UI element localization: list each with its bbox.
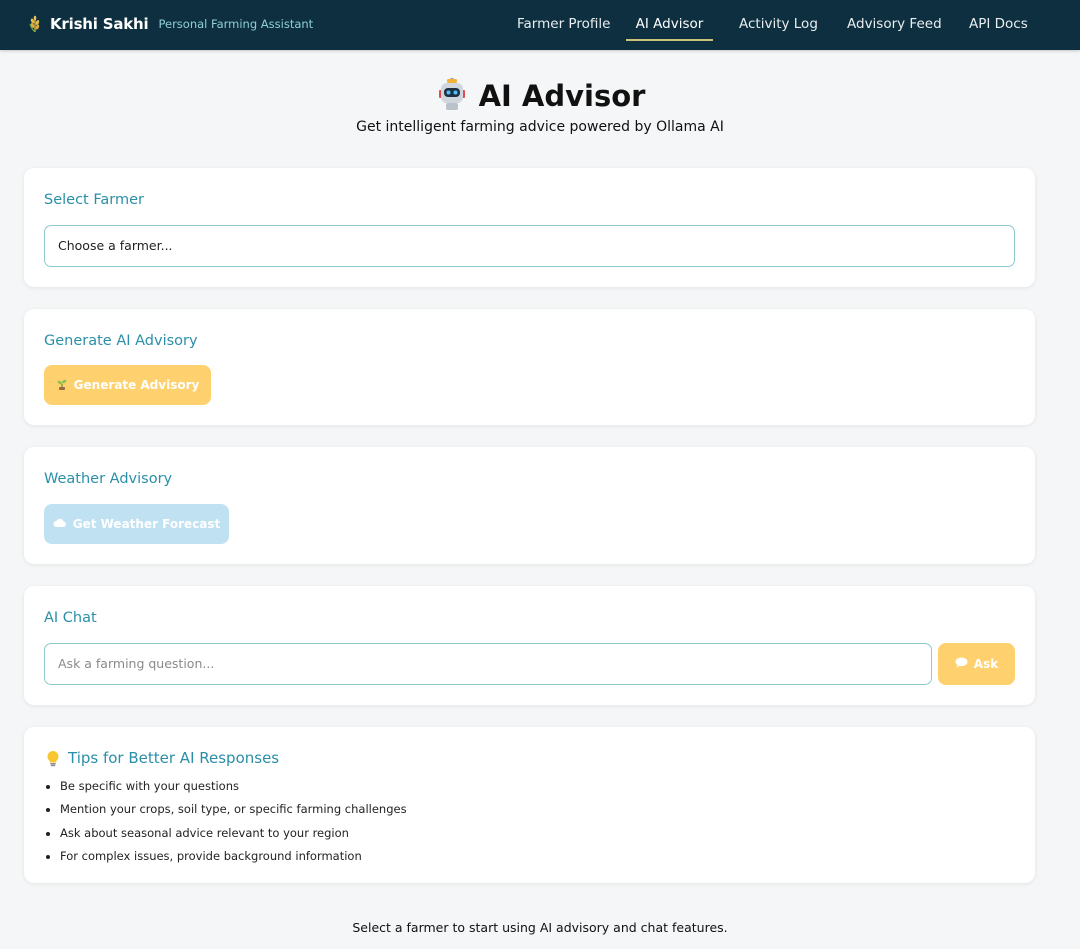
farmer-select[interactable]: Choose a farmer... [44,225,1015,267]
nav-link-ai-advisor[interactable]: AI Advisor [626,0,713,50]
lightbulb-icon [46,750,60,767]
nav-link-api-docs[interactable]: API Docs [969,0,1028,50]
nav-links: Farmer Profile AI Advisor Activity Log A… [0,0,1080,50]
nav-link-farmer-profile[interactable]: Farmer Profile [517,0,610,50]
seedling-icon [56,378,68,393]
nav-link-advisory-feed[interactable]: Advisory Feed [847,0,942,50]
page-title-text: AI Advisor [478,79,646,113]
get-weather-forecast-label: Get Weather Forecast [72,517,221,531]
tip-item: For complex issues, provide background i… [60,849,407,872]
page-subtitle: Get intelligent farming advice powered b… [356,119,724,135]
generate-advisory-label: Generate Advisory [73,378,200,392]
select-farmer-card: Select Farmer Choose a farmer... [24,168,1035,287]
nav-link-activity-log[interactable]: Activity Log [739,0,818,50]
robot-icon [435,77,469,111]
speech-bubble-icon [955,657,968,671]
ai-chat-title: AI Chat [44,610,97,626]
tips-list: Be specific with your questions Mention … [60,779,407,872]
page-title: AI Advisor [0,76,1080,116]
select-farmer-title: Select Farmer [44,192,144,208]
generate-advisory-button[interactable]: Generate Advisory [44,365,211,405]
cloud-icon [53,517,67,531]
tips-card: Tips for Better AI Responses Be specific… [24,727,1035,883]
active-tab-indicator [626,39,713,41]
tip-item: Ask about seasonal advice relevant to yo… [60,826,407,849]
ai-chat-card: AI Chat Ask a farming question... Ask [24,586,1035,705]
chat-question-input[interactable]: Ask a farming question... [44,643,932,685]
generate-advisory-title: Generate AI Advisory [44,333,198,349]
top-navbar: Krishi Sakhi Personal Farming Assistant … [0,0,1080,50]
generate-advisory-card: Generate AI Advisory Generate Advisory [24,309,1035,425]
get-weather-forecast-button[interactable]: Get Weather Forecast [44,504,229,544]
tip-item: Mention your crops, soil type, or specif… [60,802,407,825]
tip-item: Be specific with your questions [60,779,407,802]
weather-advisory-card: Weather Advisory Get Weather Forecast [24,447,1035,564]
ask-button[interactable]: Ask [938,643,1015,685]
weather-advisory-title: Weather Advisory [44,471,173,487]
footer-note: Select a farmer to start using AI adviso… [352,920,728,935]
ask-button-label: Ask [973,657,999,671]
tips-title-text: Tips for Better AI Responses [68,749,280,767]
tips-title: Tips for Better AI Responses [46,749,279,767]
